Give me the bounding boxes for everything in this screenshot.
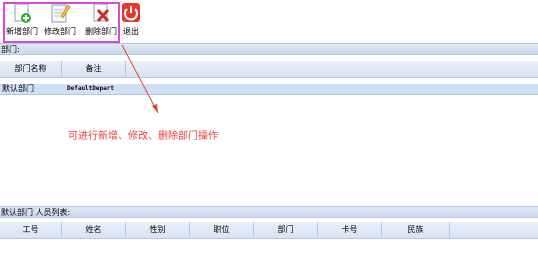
column-header-card-number[interactable]: 卡号 (318, 222, 382, 238)
staff-section-title: 默认部门 人员列表: (1, 208, 71, 217)
column-header-name[interactable]: 姓名 (62, 222, 126, 238)
column-header-gender[interactable]: 性别 (126, 222, 190, 238)
column-header-ethnicity[interactable]: 民族 (382, 222, 450, 238)
staff-section-header: 默认部门 人员列表: (0, 206, 538, 218)
column-header-position[interactable]: 职位 (190, 222, 254, 238)
column-header-employee-id[interactable]: 工号 (0, 222, 62, 238)
column-header-department[interactable]: 部门 (254, 222, 318, 238)
staff-table-header: 工号 姓名 性别 职位 部门 卡号 民族 (0, 222, 538, 239)
